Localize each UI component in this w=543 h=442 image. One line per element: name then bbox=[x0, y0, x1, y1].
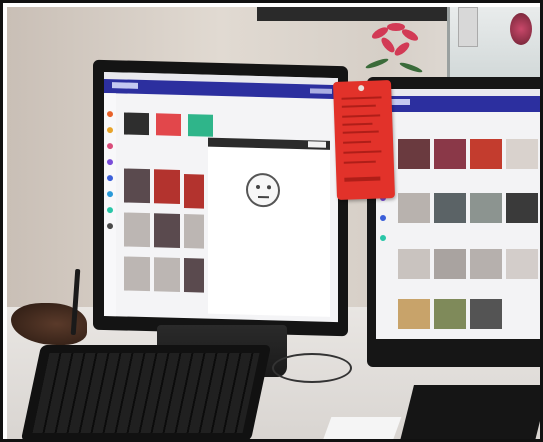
browser-bar bbox=[376, 89, 540, 96]
tag-text-line bbox=[342, 114, 381, 118]
sidebar-icon bbox=[107, 127, 113, 134]
second-keyboard bbox=[400, 385, 540, 439]
image-thumbnail bbox=[398, 193, 430, 223]
panel-toolbar bbox=[208, 137, 330, 150]
image-thumbnail bbox=[434, 249, 466, 279]
tag-hole bbox=[358, 84, 365, 92]
category-tile bbox=[156, 113, 181, 136]
eye bbox=[267, 185, 271, 190]
flower-petal bbox=[400, 27, 420, 43]
image-thumbnail bbox=[184, 258, 204, 293]
keyboard bbox=[20, 345, 272, 439]
image-thumbnail bbox=[154, 213, 180, 248]
empty-state-message bbox=[230, 220, 300, 234]
red-price-tag bbox=[332, 80, 396, 200]
empty-state-panel bbox=[208, 137, 330, 317]
tag-text-line bbox=[343, 140, 372, 144]
image-thumbnail bbox=[184, 214, 204, 249]
image-thumbnail bbox=[506, 249, 538, 279]
sidebar-icon bbox=[107, 191, 113, 198]
image-thumbnail bbox=[184, 174, 204, 209]
image-thumbnail bbox=[124, 256, 150, 292]
tag-text-line bbox=[342, 122, 373, 126]
image-thumbnail bbox=[398, 139, 430, 169]
tag-text-line bbox=[343, 160, 376, 164]
right-monitor-screen bbox=[376, 89, 540, 339]
image-thumbnail bbox=[434, 193, 466, 223]
eye bbox=[256, 184, 260, 190]
image-thumbnail bbox=[470, 193, 502, 223]
left-monitor-screen bbox=[104, 71, 338, 323]
image-thumbnail bbox=[398, 249, 430, 279]
sidebar-icon bbox=[107, 207, 113, 214]
panel-search-box bbox=[308, 141, 326, 148]
app-header bbox=[376, 96, 540, 112]
sidebar-icon bbox=[107, 175, 113, 182]
image-thumbnail bbox=[434, 299, 466, 329]
sidebar-icon bbox=[107, 159, 113, 166]
image-thumbnail bbox=[506, 193, 538, 223]
hanging-ornament bbox=[510, 13, 532, 45]
image-thumbnail bbox=[398, 299, 430, 329]
overhead-shelf bbox=[257, 7, 447, 21]
category-tile bbox=[188, 114, 213, 137]
image-thumbnail bbox=[154, 169, 180, 204]
image-thumbnail bbox=[154, 257, 180, 292]
keyboard-keys bbox=[32, 353, 260, 433]
tag-text-line bbox=[341, 104, 376, 108]
leaf bbox=[364, 57, 390, 70]
sidebar-icon bbox=[107, 223, 113, 230]
office-scene bbox=[7, 7, 540, 439]
tag-price-line bbox=[344, 176, 381, 182]
sidebar-icon bbox=[107, 111, 113, 118]
cable bbox=[272, 353, 352, 383]
category-tile bbox=[124, 112, 149, 136]
tag-text-line bbox=[341, 96, 382, 100]
mouth bbox=[258, 195, 269, 199]
photo-frame bbox=[0, 0, 543, 442]
paper-sheet bbox=[322, 417, 402, 439]
image-thumbnail bbox=[124, 168, 150, 204]
sidebar-icon bbox=[107, 143, 113, 150]
image-thumbnail bbox=[124, 212, 150, 248]
sidebar-icon bbox=[380, 235, 386, 241]
image-thumbnail bbox=[470, 249, 502, 279]
right-monitor bbox=[367, 77, 540, 367]
app-logo bbox=[112, 82, 138, 89]
header-link bbox=[310, 88, 332, 94]
sidebar-icon bbox=[380, 215, 386, 221]
app-sidebar bbox=[104, 92, 116, 317]
flower-petal bbox=[392, 40, 412, 58]
image-thumbnail bbox=[506, 139, 538, 169]
tag-text-line bbox=[342, 130, 379, 134]
leaf bbox=[398, 61, 424, 74]
window-latch bbox=[458, 7, 478, 47]
left-monitor bbox=[93, 59, 348, 337]
tag-text-line bbox=[343, 150, 382, 154]
image-thumbnail bbox=[470, 299, 502, 329]
image-thumbnail bbox=[470, 139, 502, 169]
image-thumbnail bbox=[434, 139, 466, 169]
window bbox=[447, 7, 540, 87]
neutral-face-icon bbox=[246, 172, 280, 208]
